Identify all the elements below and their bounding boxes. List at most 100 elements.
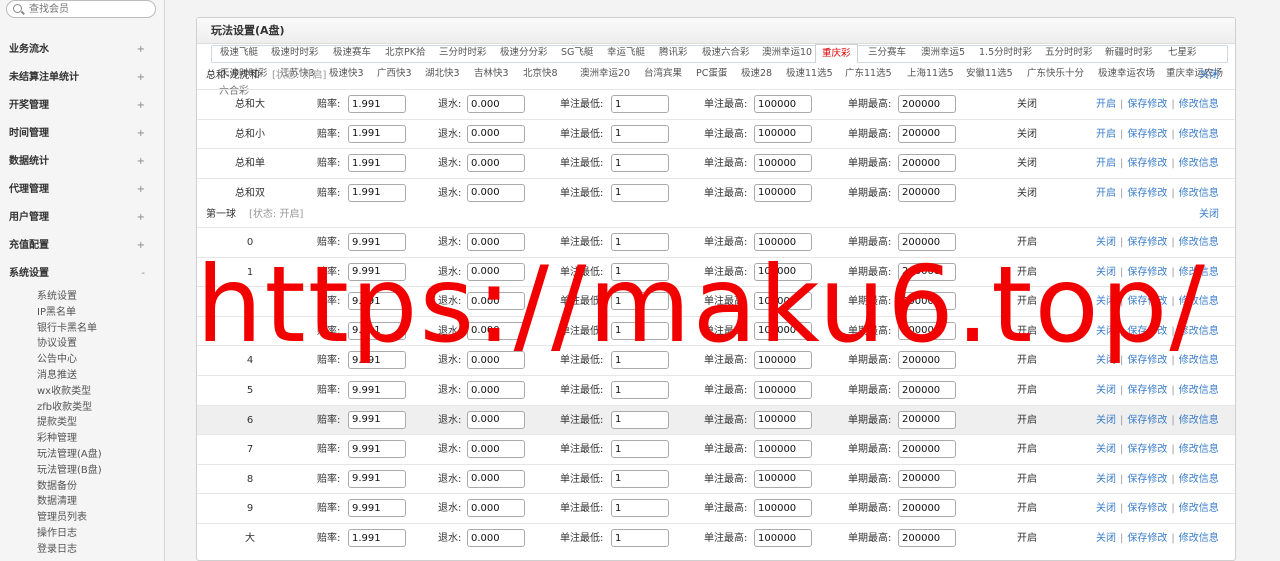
rebate-input[interactable] (467, 154, 525, 173)
sidebar-subitem[interactable]: 玩法管理(B盘) (0, 463, 164, 479)
toggle-link[interactable]: 开启 (1096, 99, 1116, 110)
save-link[interactable]: 保存修改 (1127, 415, 1167, 426)
odds-input[interactable] (348, 124, 406, 143)
expand-icon[interactable]: + (137, 64, 145, 92)
sidebar-subitem[interactable]: 管理员列表 (0, 510, 164, 526)
max_bet-input[interactable] (754, 410, 812, 429)
max_bet-input[interactable] (754, 292, 812, 311)
toggle-link[interactable]: 开启 (1096, 129, 1116, 140)
tab-lottery[interactable]: 三分赛车 (868, 43, 906, 63)
sidebar-item[interactable]: 数据统计 + (0, 148, 164, 176)
edit-link[interactable]: 修改信息 (1179, 355, 1219, 366)
tab-lottery[interactable]: 极速时时彩 (271, 43, 319, 63)
rebate-input[interactable] (467, 321, 525, 340)
odds-input[interactable] (348, 154, 406, 173)
edit-link[interactable]: 修改信息 (1179, 533, 1219, 544)
max_period-input[interactable] (898, 262, 956, 281)
tab-lottery[interactable]: 极速六合彩 (702, 43, 750, 63)
save-link[interactable]: 保存修改 (1127, 188, 1167, 199)
min_bet-input[interactable] (611, 351, 669, 370)
odds-input[interactable] (348, 381, 406, 399)
section-toggle-link[interactable]: 关闭 (1199, 205, 1219, 225)
sidebar-subitem[interactable]: 银行卡黑名单 (0, 321, 164, 337)
sidebar-item[interactable]: 开奖管理 + (0, 92, 164, 120)
save-link[interactable]: 保存修改 (1127, 474, 1167, 485)
odds-input[interactable] (348, 183, 406, 202)
edit-link[interactable]: 修改信息 (1179, 188, 1219, 199)
save-link[interactable]: 保存修改 (1127, 503, 1167, 514)
sidebar-item[interactable]: 业务流水 + (0, 36, 164, 64)
rebate-input[interactable] (467, 95, 525, 113)
max_period-input[interactable] (898, 499, 956, 518)
tab-lottery[interactable]: 三分时时彩 (439, 43, 487, 63)
save-link[interactable]: 保存修改 (1127, 355, 1167, 366)
sidebar-subitem[interactable]: 玩法管理(A盘) (0, 447, 164, 463)
max_period-input[interactable] (898, 440, 956, 459)
max_period-input[interactable] (898, 233, 956, 251)
edit-link[interactable]: 修改信息 (1179, 129, 1219, 140)
max_bet-input[interactable] (754, 262, 812, 281)
sidebar-subitem[interactable]: 系统设置 (0, 289, 164, 305)
edit-link[interactable]: 修改信息 (1179, 474, 1219, 485)
max_bet-input[interactable] (754, 154, 812, 173)
sidebar-subitem[interactable]: 彩种管理 (0, 431, 164, 447)
min_bet-input[interactable] (611, 154, 669, 173)
toggle-link[interactable]: 关闭 (1096, 415, 1116, 426)
tab-lottery[interactable]: 1.5分时时彩 (979, 43, 1032, 63)
sidebar-item[interactable]: 充值配置 + (0, 232, 164, 260)
expand-icon[interactable]: + (137, 232, 145, 260)
rebate-input[interactable] (467, 183, 525, 202)
max_bet-input[interactable] (754, 381, 812, 399)
save-link[interactable]: 保存修改 (1127, 158, 1167, 169)
save-link[interactable]: 保存修改 (1127, 129, 1167, 140)
max_period-input[interactable] (898, 469, 956, 488)
tab-lottery[interactable]: 腾讯彩 (659, 43, 688, 63)
collapse-icon[interactable]: - (141, 260, 145, 288)
min_bet-input[interactable] (611, 321, 669, 340)
rebate-input[interactable] (467, 292, 525, 311)
sidebar-item[interactable]: 未结算注单统计 + (0, 64, 164, 92)
edit-link[interactable]: 修改信息 (1179, 158, 1219, 169)
max_bet-input[interactable] (754, 351, 812, 370)
max_period-input[interactable] (898, 154, 956, 173)
save-link[interactable]: 保存修改 (1127, 533, 1167, 544)
toggle-link[interactable]: 关闭 (1096, 237, 1116, 248)
max_period-input[interactable] (898, 95, 956, 113)
expand-icon[interactable]: + (137, 176, 145, 204)
toggle-link[interactable]: 关闭 (1096, 355, 1116, 366)
rebate-input[interactable] (467, 499, 525, 518)
odds-input[interactable] (348, 292, 406, 311)
sidebar-subitem[interactable]: wx收款类型 (0, 384, 164, 400)
sidebar-item[interactable]: 时间管理 + (0, 120, 164, 148)
max_bet-input[interactable] (754, 183, 812, 202)
sidebar-subitem[interactable]: 操作日志 (0, 526, 164, 542)
tab-lottery[interactable]: SG飞艇 (561, 43, 593, 63)
tab-lottery[interactable]: 极速分分彩 (500, 43, 548, 63)
min_bet-input[interactable] (611, 95, 669, 113)
edit-link[interactable]: 修改信息 (1179, 503, 1219, 514)
expand-icon[interactable]: + (137, 120, 145, 148)
expand-icon[interactable]: + (137, 36, 145, 64)
toggle-link[interactable]: 关闭 (1096, 533, 1116, 544)
edit-link[interactable]: 修改信息 (1179, 237, 1219, 248)
rebate-input[interactable] (467, 351, 525, 370)
section-toggle-link[interactable]: 关闭 (1199, 66, 1219, 86)
odds-input[interactable] (348, 351, 406, 370)
min_bet-input[interactable] (611, 262, 669, 281)
edit-link[interactable]: 修改信息 (1179, 444, 1219, 455)
sidebar-subitem[interactable]: 提款类型 (0, 415, 164, 431)
toggle-link[interactable]: 关闭 (1096, 503, 1116, 514)
max_period-input[interactable] (898, 529, 956, 547)
odds-input[interactable] (348, 529, 406, 547)
tab-lottery[interactable]: 北京PK拾 (385, 43, 425, 63)
min_bet-input[interactable] (611, 124, 669, 143)
tab-lottery[interactable]: 澳洲幸运5 (921, 43, 965, 63)
toggle-link[interactable]: 关闭 (1096, 296, 1116, 307)
max_period-input[interactable] (898, 124, 956, 143)
expand-icon[interactable]: + (137, 92, 145, 120)
save-link[interactable]: 保存修改 (1127, 326, 1167, 337)
rebate-input[interactable] (467, 233, 525, 251)
odds-input[interactable] (348, 440, 406, 459)
member-search-box[interactable] (6, 0, 156, 18)
tab-lottery[interactable]: 极速飞艇 (220, 43, 258, 63)
